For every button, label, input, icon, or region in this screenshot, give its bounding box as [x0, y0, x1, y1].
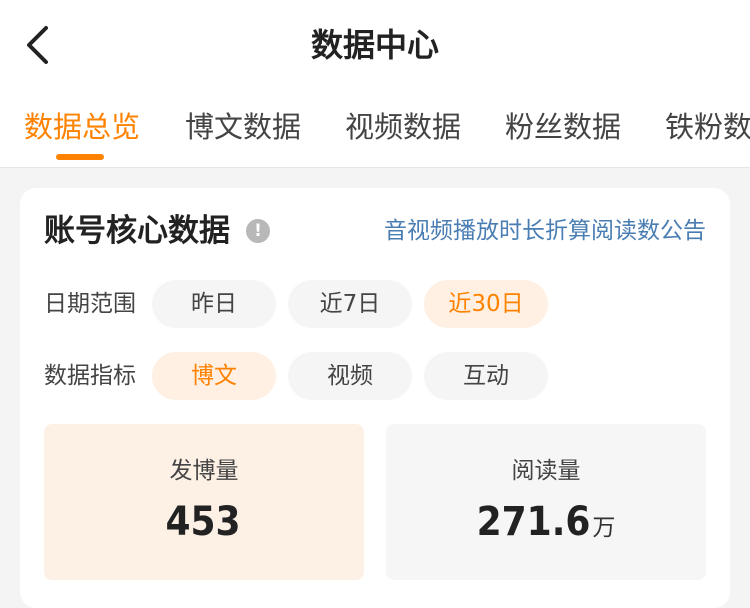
stat-value: 271.6万 — [386, 494, 706, 556]
section-title: 账号核心数据 — [44, 213, 230, 249]
date-chip-30-days[interactable]: 近30日 — [424, 280, 548, 328]
core-data-card: 账号核心数据 ! 音视频播放时长折算阅读数公告 日期范围 昨日 近7日 近30日… — [20, 188, 730, 608]
date-chip-7-days[interactable]: 近7日 — [288, 280, 412, 328]
metric-chip-posts[interactable]: 博文 — [152, 352, 276, 400]
stat-number: 453 — [165, 499, 241, 545]
stat-read-count[interactable]: 阅读量 271.6万 — [386, 424, 706, 580]
tab-videos[interactable]: 视频数据 — [345, 100, 461, 168]
date-range-label: 日期范围 — [44, 291, 136, 317]
metric-label: 数据指标 — [44, 363, 136, 389]
stat-number: 271.6 — [476, 499, 591, 545]
page-title: 数据中心 — [310, 26, 439, 64]
info-icon[interactable]: ! — [246, 219, 270, 243]
stat-unit: 万 — [592, 515, 616, 541]
tab-bar: 数据总览 博文数据 视频数据 粉丝数据 铁粉数据 — [0, 100, 750, 168]
tab-posts[interactable]: 博文数据 — [185, 100, 301, 168]
tab-fans[interactable]: 粉丝数据 — [505, 100, 621, 168]
stat-label: 阅读量 — [511, 458, 581, 484]
metric-chip-videos[interactable]: 视频 — [288, 352, 412, 400]
tab-iron-fans[interactable]: 铁粉数据 — [665, 100, 750, 168]
navigation-bar: 数据中心 — [0, 0, 750, 90]
stat-label: 发博量 — [169, 458, 239, 484]
date-chip-yesterday[interactable]: 昨日 — [152, 280, 276, 328]
playtime-notice-link[interactable]: 音视频播放时长折算阅读数公告 — [384, 214, 706, 248]
active-tab-indicator — [56, 154, 104, 160]
stat-value: 453 — [44, 494, 364, 556]
chevron-left-icon — [27, 26, 48, 64]
stat-post-count[interactable]: 发博量 453 — [44, 424, 364, 580]
back-button[interactable] — [14, 20, 60, 70]
top-bar: 数据中心 数据总览 博文数据 视频数据 粉丝数据 铁粉数据 — [0, 0, 750, 168]
metric-chip-interactions[interactable]: 互动 — [424, 352, 548, 400]
